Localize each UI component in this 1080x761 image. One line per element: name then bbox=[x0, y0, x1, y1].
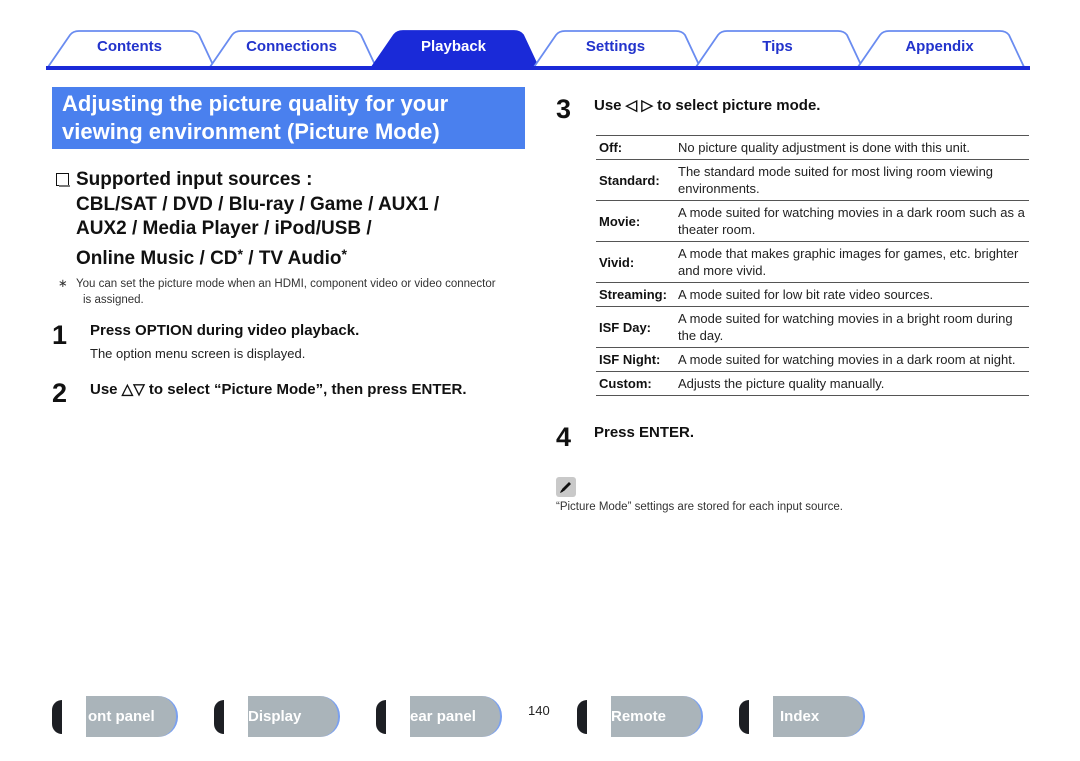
tab-label: Contents bbox=[97, 38, 162, 55]
mode-name: Off: bbox=[596, 135, 678, 160]
table-row: Movie: A mode suited for watching movies … bbox=[596, 200, 1029, 242]
mode-description: The standard mode suited for most living… bbox=[678, 159, 1029, 201]
table-row: Streaming: A mode suited for low bit rate… bbox=[596, 282, 1029, 307]
mode-description: A mode suited for watching movies in a d… bbox=[678, 200, 1029, 242]
mode-name: Movie: bbox=[596, 200, 678, 242]
step-number: 2 bbox=[52, 378, 68, 408]
mode-description: A mode suited for watching movies in a b… bbox=[678, 306, 1029, 348]
sources-list-line: CBL/SAT / DVD / Blu-ray / Game / AUX1 / bbox=[76, 193, 440, 215]
step-1: 1 Press OPTION during video playback. Th… bbox=[52, 320, 522, 370]
tab-label: Playback bbox=[420, 38, 487, 55]
page-title-line1: Adjusting the picture quality for your bbox=[62, 91, 449, 116]
nav-button-label: Remote bbox=[611, 696, 703, 737]
tab-label: Settings bbox=[585, 38, 646, 55]
table-row: ISF Night: A mode suited for watching mov… bbox=[596, 347, 1029, 372]
step-title: Use △▽ to select “Picture Mode”, then pr… bbox=[90, 381, 467, 398]
nav-rear-panel-button[interactable]: ear panel bbox=[376, 696, 502, 738]
nav-button-label: Index bbox=[773, 696, 865, 737]
nav-remote-button[interactable]: Remote bbox=[577, 696, 703, 738]
step-title: Use ◁ ▷ to select picture mode. bbox=[594, 97, 821, 114]
button-grip-icon bbox=[214, 700, 224, 734]
nav-display-button[interactable]: Display bbox=[214, 696, 340, 738]
step-title: Press OPTION during video playback. bbox=[90, 322, 360, 339]
mode-name: Vivid: bbox=[596, 241, 678, 283]
asterisk-mark: * bbox=[341, 245, 347, 262]
step-number: 3 bbox=[556, 94, 572, 124]
nav-button-label: ear panel bbox=[410, 696, 502, 737]
supported-sources: Supported input sources : CBL/SAT / DVD … bbox=[52, 168, 522, 271]
table-row: Standard: The standard mode suited for mo… bbox=[596, 159, 1029, 201]
sources-heading: Supported input sources : bbox=[76, 169, 313, 190]
step-2: 2 Use △▽ to select “Picture Mode”, then … bbox=[52, 378, 522, 412]
footnote-marker: ∗ bbox=[58, 278, 68, 290]
mode-name: Custom: bbox=[596, 371, 678, 396]
mode-name: Standard: bbox=[596, 159, 678, 201]
nav-index-button[interactable]: Index bbox=[739, 696, 865, 738]
pencil-icon bbox=[556, 477, 576, 497]
footnote-text: You can set the picture mode when an HDM… bbox=[76, 278, 496, 306]
tab-label: Tips bbox=[762, 38, 793, 55]
step-number: 1 bbox=[52, 320, 68, 350]
step-title: Press ENTER. bbox=[594, 424, 695, 441]
mode-description: Adjusts the picture quality manually. bbox=[678, 371, 1029, 396]
table-row: Vivid: A mode that makes graphic images f… bbox=[596, 241, 1029, 283]
step-4: 4 Press ENTER. bbox=[556, 422, 1026, 456]
tab-appendix[interactable]: Appendix bbox=[856, 30, 1046, 68]
table-row: Custom: Adjusts the picture quality manua… bbox=[596, 371, 1029, 396]
mode-description: A mode suited for watching movies in a d… bbox=[678, 347, 1029, 372]
button-grip-icon bbox=[577, 700, 587, 734]
step-3: 3 Use ◁ ▷ to select picture mode. bbox=[556, 94, 1026, 128]
page-title-line2: viewing environment (Picture Mode) bbox=[62, 119, 440, 144]
footnote: ∗ You can set the picture mode when an H… bbox=[58, 277, 498, 308]
mode-description: A mode that makes graphic images for gam… bbox=[678, 241, 1029, 283]
button-grip-icon bbox=[739, 700, 749, 734]
checkbox-icon bbox=[56, 173, 70, 187]
tab-label: Appendix bbox=[905, 38, 974, 55]
sources-text: / TV Audio bbox=[242, 247, 342, 269]
tab-label: Connections bbox=[246, 38, 337, 55]
sources-list-line: Online Music / CD* / TV Audio* bbox=[52, 242, 522, 272]
step-number: 4 bbox=[556, 422, 572, 452]
mode-description: No picture quality adjustment is done wi… bbox=[678, 135, 1029, 160]
tab-baseline bbox=[46, 66, 1030, 70]
step-description: The option menu screen is displayed. bbox=[90, 346, 306, 361]
pencil-glyph bbox=[560, 482, 571, 493]
section-tab-bar: Contents Connections Playback Settings T… bbox=[46, 30, 1030, 70]
mode-description: A mode suited for low bit rate video sou… bbox=[678, 282, 1029, 307]
mode-name: Streaming: bbox=[596, 282, 678, 307]
button-grip-icon bbox=[52, 700, 62, 734]
table-row: Off: No picture quality adjustment is don… bbox=[596, 135, 1029, 160]
mode-name: ISF Night: bbox=[596, 347, 678, 372]
button-grip-icon bbox=[376, 700, 386, 734]
nav-front-panel-button[interactable]: ont panel bbox=[52, 696, 178, 738]
nav-button-label: ont panel bbox=[86, 696, 178, 737]
note-text: “Picture Mode” settings are stored for e… bbox=[556, 501, 844, 513]
picture-mode-table: Off: No picture quality adjustment is don… bbox=[596, 135, 1029, 396]
page-number: 140 bbox=[528, 703, 550, 718]
sources-text: Online Music / CD bbox=[76, 247, 238, 269]
table-row: ISF Day: A mode suited for watching movie… bbox=[596, 306, 1029, 348]
page-title: Adjusting the picture quality for your v… bbox=[52, 87, 525, 149]
sources-list-line: AUX2 / Media Player / iPod/USB / bbox=[76, 218, 372, 239]
nav-button-label: Display bbox=[248, 696, 340, 737]
mode-name: ISF Day: bbox=[596, 306, 678, 348]
